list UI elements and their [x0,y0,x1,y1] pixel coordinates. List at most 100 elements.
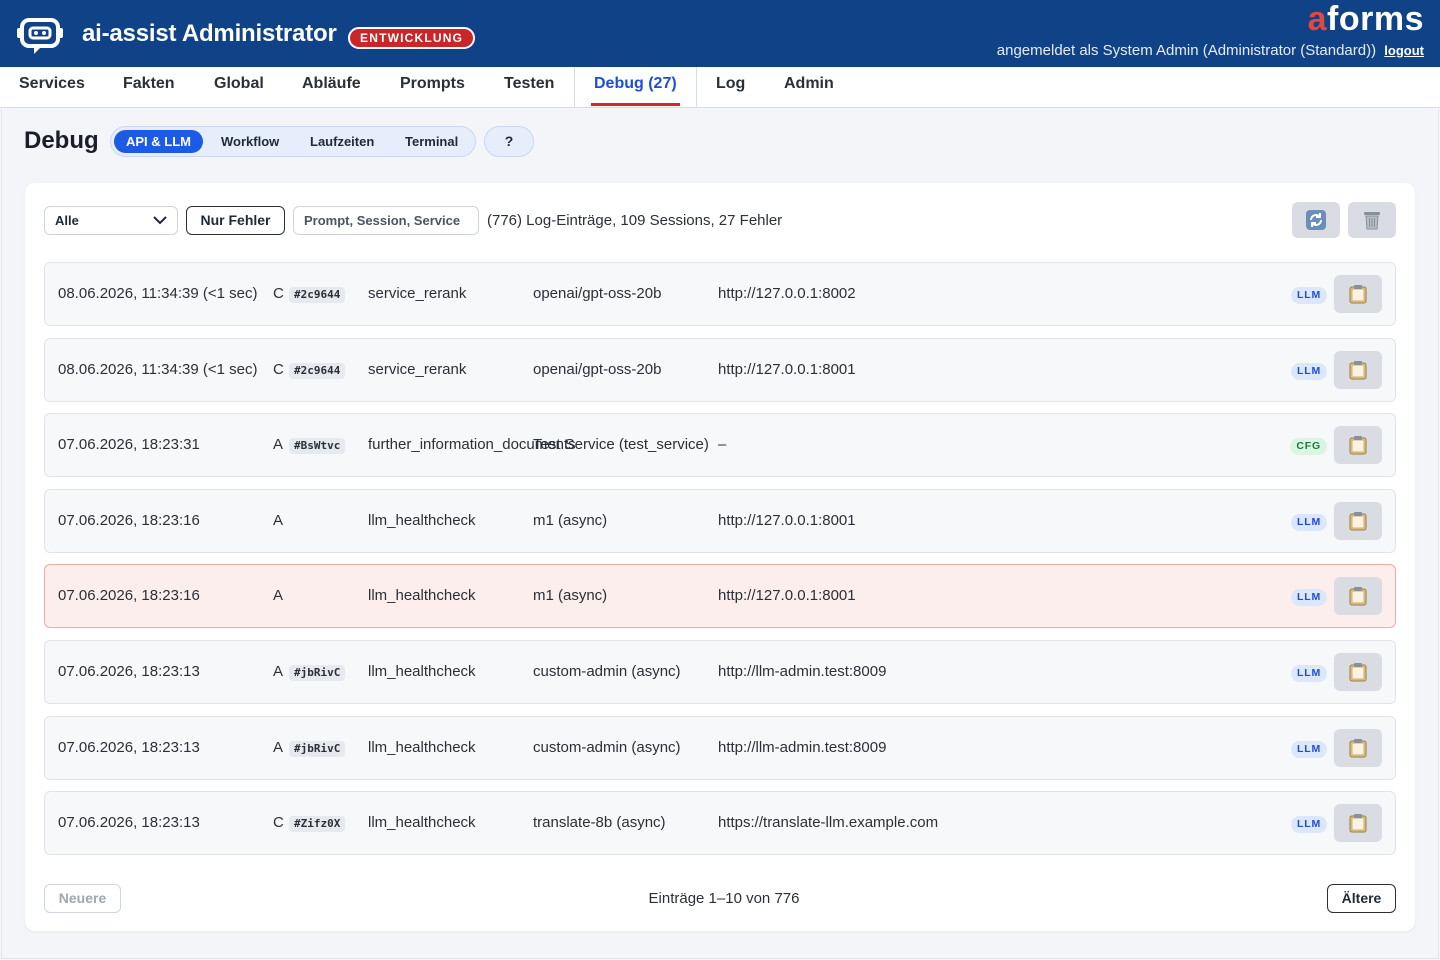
tab-debug[interactable]: Debug (27) [574,67,697,107]
tab-log[interactable]: Log [697,67,764,107]
brand-logo-prefix: a [1307,0,1328,38]
log-row[interactable]: 08.06.2026, 11:34:39 (<1 sec) C #2c9644 ser… [44,262,1396,326]
log-model: openai/gpt-oss-20b [533,361,662,378]
log-model: Test Service (test_service) [533,436,709,453]
subtab-terminal[interactable]: Terminal [393,130,470,153]
debug-subtabs: API & LLM Workflow Laufzeiten Terminal [110,126,476,157]
kind-badge: CFG [1290,438,1327,455]
log-model: openai/gpt-oss-20b [533,285,662,302]
log-model: m1 (async) [533,512,608,529]
user-info-text: angemeldet als System Admin (Administrat… [996,42,1377,59]
kind-badge: LLM [1291,363,1327,380]
kind-badge: LLM [1291,589,1327,606]
page-title: Debug [24,127,99,154]
log-row[interactable]: 07.06.2026, 18:23:31 A #BsWtvc further_info… [44,413,1396,477]
brand-logo-rest: forms [1327,0,1424,38]
help-button[interactable]: ? [484,126,534,157]
log-row[interactable]: 07.06.2026, 18:23:13 C #Zifz0X llm_healthch… [44,791,1396,855]
log-url: – [718,436,727,453]
log-service: llm_healthcheck [368,739,476,756]
copy-button[interactable] [1334,275,1382,313]
copy-button[interactable] [1334,804,1382,842]
older-button[interactable]: Ältere [1327,884,1396,913]
subtab-laufzeiten[interactable]: Laufzeiten [298,130,386,153]
session-tag[interactable]: #2c9644 [289,287,346,303]
logout-link[interactable]: logout [1384,43,1424,58]
copy-button[interactable] [1334,577,1382,615]
log-summary: (776) Log-Einträge, 109 Sessions, 27 Feh… [487,212,783,229]
log-timestamp: 07.06.2026, 18:23:13 [58,739,200,756]
kind-badge: LLM [1291,287,1327,304]
log-row[interactable]: 08.06.2026, 11:34:39 (<1 sec) C #2c9644 ser… [44,338,1396,402]
kind-badge: LLM [1291,514,1327,531]
tab-prompts[interactable]: Prompts [381,67,484,107]
environment-badge: ENTWICKLUNG [348,27,476,49]
log-row[interactable]: 07.06.2026, 18:23:13 A #jbRivC llm_healthch… [44,716,1396,780]
clear-log-button[interactable] [1348,202,1396,238]
search-input[interactable] [293,206,479,235]
copy-button[interactable] [1334,502,1382,540]
tab-admin[interactable]: Admin [765,67,853,107]
main-nav: Services Fakten Global Abläufe Prompts T… [0,67,1440,108]
log-timestamp: 07.06.2026, 18:23:16 [58,512,200,529]
clipboard-icon [1349,512,1367,531]
log-service: llm_healthcheck [368,512,476,529]
clipboard-icon [1349,436,1367,455]
clipboard-icon [1349,587,1367,606]
log-url: http://127.0.0.1:8002 [718,285,856,302]
log-row[interactable]: 07.06.2026, 18:23:13 A #jbRivC llm_healthch… [44,640,1396,704]
log-url: http://llm-admin.test:8009 [718,739,887,756]
log-row[interactable]: 07.06.2026, 18:23:16 Allm_healthcheck m1 (… [44,564,1396,628]
filter-select-value: Alle [55,213,79,228]
tab-services[interactable]: Services [0,67,104,107]
log-service: service_rerank [368,285,467,302]
pagination-info: Einträge 1–10 von 776 [648,890,800,907]
log-timestamp: 08.06.2026, 11:34:39 (<1 sec) [58,361,258,378]
log-type-letter: C [273,285,284,302]
log-type-letter: A [273,739,284,756]
tab-ablaeufe[interactable]: Abläufe [283,67,380,107]
log-model: translate-8b (async) [533,814,666,831]
log-row[interactable]: 07.06.2026, 18:23:16 Allm_healthcheck m1 (… [44,489,1396,553]
tab-global[interactable]: Global [195,67,283,107]
clipboard-icon [1349,814,1367,833]
session-tag[interactable]: #jbRivC [289,741,346,757]
session-tag[interactable]: #Zifz0X [289,816,346,832]
app-header: ai-assist Administrator ENTWICKLUNG afor… [0,0,1440,67]
filter-select[interactable]: Alle [44,206,178,235]
log-timestamp: 08.06.2026, 11:34:39 (<1 sec) [58,285,258,302]
log-timestamp: 07.06.2026, 18:23:13 [58,663,200,680]
copy-button[interactable] [1334,426,1382,464]
copy-button[interactable] [1334,351,1382,389]
user-info: angemeldet als System Admin (Administrat… [997,42,1424,59]
log-timestamp: 07.06.2026, 18:23:16 [58,587,200,604]
refresh-button[interactable] [1292,202,1340,238]
subtab-workflow[interactable]: Workflow [209,130,291,153]
log-timestamp: 07.06.2026, 18:23:31 [58,436,200,453]
clipboard-icon [1349,361,1367,380]
copy-button[interactable] [1334,729,1382,767]
kind-badge: LLM [1291,665,1327,682]
log-model: custom-admin (async) [533,663,681,680]
log-service: service_rerank [368,361,467,378]
errors-only-button[interactable]: Nur Fehler [186,206,285,235]
robot-logo-icon [16,14,64,56]
chevron-down-icon [153,216,167,225]
kind-badge: LLM [1291,741,1327,758]
log-type-letter: A [273,663,284,680]
app-title: ai-assist Administrator [82,20,337,47]
tab-testen[interactable]: Testen [485,67,573,107]
subtab-api-llm[interactable]: API & LLM [114,130,203,153]
tab-fakten[interactable]: Fakten [104,67,194,107]
clipboard-icon [1349,663,1367,682]
session-tag[interactable]: #BsWtvc [289,438,346,454]
session-tag[interactable]: #jbRivC [289,665,346,681]
session-tag[interactable]: #2c9644 [289,363,346,379]
clipboard-icon [1349,739,1367,758]
log-url: https://translate-llm.example.com [718,814,939,831]
log-type-letter: C [273,361,284,378]
log-model: m1 (async) [533,587,608,604]
kind-badge: LLM [1291,816,1327,833]
copy-button[interactable] [1334,653,1382,691]
log-type-letter: A [273,512,284,529]
